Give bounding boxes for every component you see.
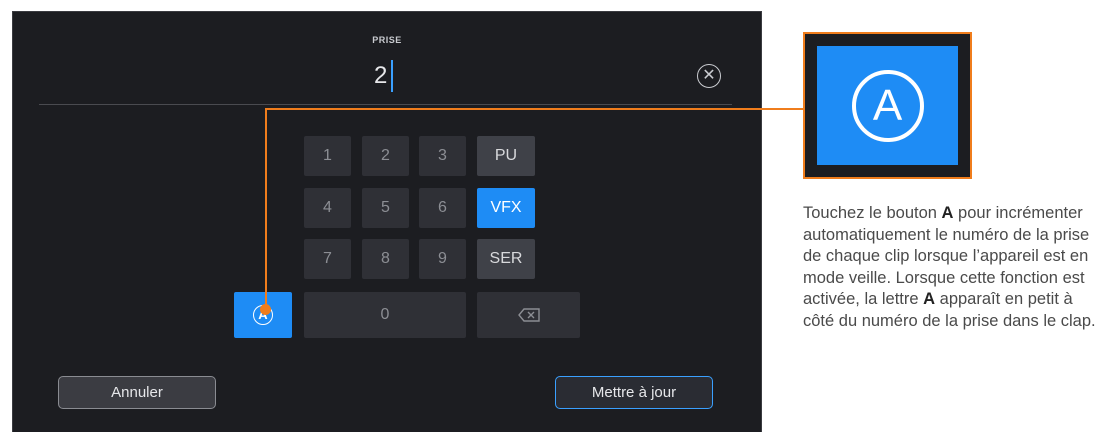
auto-increment-zoom: A bbox=[817, 46, 958, 165]
key-9[interactable]: 9 bbox=[419, 239, 466, 279]
tag-pu-button[interactable]: PU bbox=[477, 136, 535, 176]
take-value: 2 bbox=[374, 62, 388, 89]
auto-increment-large-icon: A bbox=[851, 69, 924, 142]
update-button[interactable]: Mettre à jour bbox=[555, 376, 713, 409]
key-7[interactable]: 7 bbox=[304, 239, 351, 279]
key-0[interactable]: 0 bbox=[304, 292, 466, 338]
tag-ser-button[interactable]: SER bbox=[477, 239, 535, 279]
callout-zoom-box: A bbox=[803, 32, 972, 179]
key-4[interactable]: 4 bbox=[304, 188, 351, 228]
field-divider bbox=[39, 104, 732, 105]
callout-dot bbox=[260, 304, 271, 315]
callout-line-horizontal bbox=[265, 108, 805, 110]
auto-increment-button[interactable]: A bbox=[234, 292, 292, 338]
take-input[interactable]: 2 bbox=[374, 59, 394, 93]
tag-vfx-button[interactable]: VFX bbox=[477, 188, 535, 228]
text-caret bbox=[391, 60, 394, 92]
field-label: PRISE bbox=[372, 35, 402, 45]
take-entry-screen: PRISE 2 ✕ 1 2 3 PU 4 5 6 VFX 7 8 9 SER A… bbox=[12, 11, 762, 432]
key-5[interactable]: 5 bbox=[362, 188, 409, 228]
cancel-button[interactable]: Annuler bbox=[58, 376, 216, 409]
key-1[interactable]: 1 bbox=[304, 136, 351, 176]
clear-icon[interactable]: ✕ bbox=[697, 64, 721, 88]
key-2[interactable]: 2 bbox=[362, 136, 409, 176]
key-6[interactable]: 6 bbox=[419, 188, 466, 228]
key-3[interactable]: 3 bbox=[419, 136, 466, 176]
callout-caption: Touchez le bouton A pour incrémenter aut… bbox=[803, 204, 1096, 330]
backspace-icon[interactable] bbox=[477, 292, 580, 338]
key-8[interactable]: 8 bbox=[362, 239, 409, 279]
callout-line-vertical bbox=[265, 108, 267, 310]
